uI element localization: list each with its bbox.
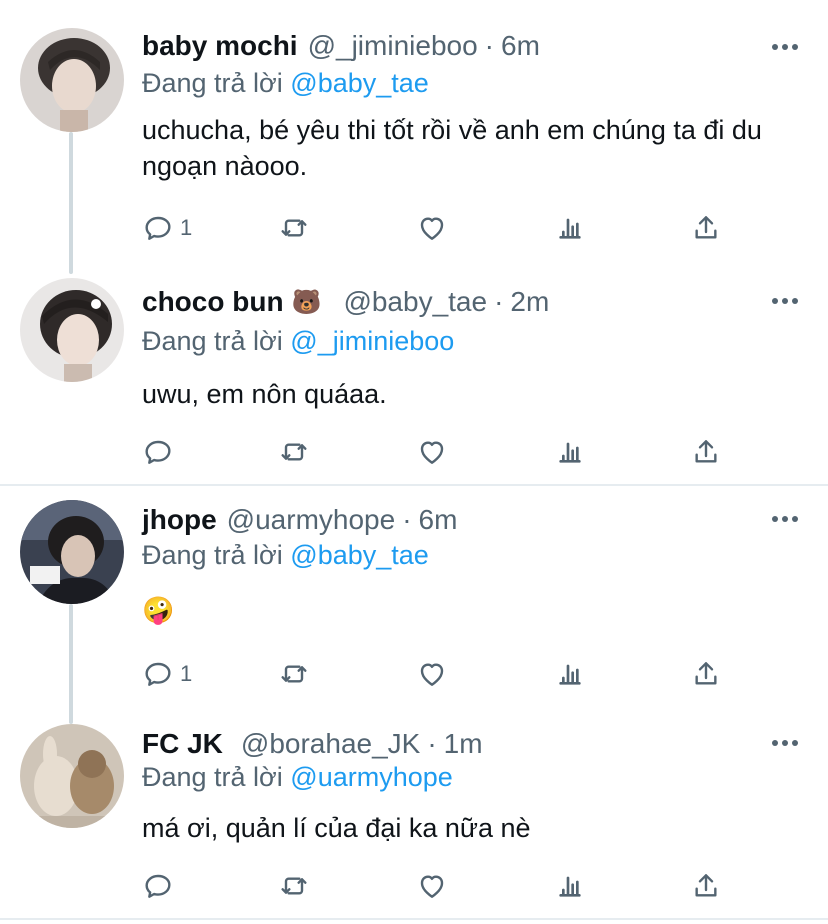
more-options-icon[interactable] [772,740,798,746]
analytics-button[interactable] [554,654,586,694]
like-button[interactable] [416,432,448,472]
heart-icon [420,441,444,464]
user-handle[interactable]: @_jiminieboo [308,30,478,62]
tweet-text: 🤪 [142,595,175,625]
tweet-text: uwu, em nôn quáaa. [142,379,387,409]
share-button[interactable] [690,866,722,906]
tweet-text: má ơi, quản lí của đại ka nữa nè [142,813,531,843]
user-handle[interactable]: @borahae_JK [241,728,420,760]
tweet-actions [142,432,742,472]
user-handle[interactable]: @baby_tae [343,286,487,318]
analytics-button[interactable] [554,208,586,248]
share-icon [695,874,717,897]
share-button[interactable] [690,432,722,472]
retweet-button[interactable] [278,208,310,248]
analytics-button[interactable] [554,866,586,906]
analytics-icon [559,442,581,463]
analytics-icon [559,664,581,685]
tweet[interactable]: FC JK @borahae_JK · 1m Đang trả lời @uar… [0,718,828,924]
reply-count: 1 [180,215,193,240]
reply-icon [145,874,171,898]
timestamp[interactable]: 2m [510,286,549,318]
replying-to-label: Đang trả lời [142,326,283,356]
more-options-icon[interactable] [772,298,798,304]
avatar[interactable] [20,724,124,828]
replying-to: Đang trả lời @baby_tae [142,540,429,571]
replying-to-label: Đang trả lời [142,68,283,98]
display-name[interactable]: jhope [142,504,217,536]
reply-mention-link[interactable]: @baby_tae [290,68,429,98]
share-icon [695,440,717,463]
avatar[interactable] [20,28,124,132]
reply-icon [145,216,171,240]
share-icon [695,216,717,239]
share-button[interactable] [690,654,722,694]
thread-line [69,132,73,274]
reply-icon [145,440,171,464]
display-name[interactable]: baby mochi [142,30,298,62]
tweet-actions: 1 [142,654,742,694]
like-button[interactable] [416,866,448,906]
separator-dot: · [484,30,494,61]
retweet-button[interactable] [278,866,310,906]
tweet-actions [142,866,742,906]
reply-mention-link[interactable]: @_jiminieboo [290,326,454,356]
retweet-icon [281,665,307,683]
reply-icon [145,662,171,686]
avatar[interactable] [20,500,124,604]
separator-dot: · [427,728,437,759]
divider [0,484,828,486]
reply-button[interactable]: 1 [142,654,192,694]
separator-dot: · [402,504,412,535]
replying-to: Đang trả lời @uarmyhope [142,762,453,793]
more-options-icon[interactable] [772,516,798,522]
user-handle[interactable]: @uarmyhope [227,504,396,536]
like-button[interactable] [416,208,448,248]
bear-emoji: 🐻 [291,288,322,316]
timestamp[interactable]: 6m [501,30,540,62]
tweet[interactable]: choco bun 🐻 @baby_tae · 2m Đang trả lời … [0,274,828,484]
heart-icon [420,663,444,686]
heart-icon [420,875,444,898]
retweet-icon [281,877,307,895]
analytics-icon [559,218,581,239]
analytics-icon [559,876,581,897]
heart-icon [420,217,444,240]
reply-button[interactable] [142,432,180,472]
display-name[interactable]: FC JK [142,728,223,760]
retweet-button[interactable] [278,654,310,694]
thread-line [69,604,73,724]
tweet-actions: 1 [142,208,742,248]
like-button[interactable] [416,654,448,694]
replying-to-label: Đang trả lời [142,762,283,792]
timestamp[interactable]: 1m [444,728,483,760]
reply-button[interactable]: 1 [142,208,192,248]
tweet-text: uchucha, bé yêu thi tốt rồi về anh em ch… [142,115,762,181]
retweet-button[interactable] [278,432,310,472]
reply-count: 1 [180,661,193,686]
analytics-button[interactable] [554,432,586,472]
divider [0,918,828,920]
separator-dot: · [494,286,504,317]
replying-to-label: Đang trả lời [142,540,283,570]
more-options-icon[interactable] [772,44,798,50]
share-button[interactable] [690,208,722,248]
display-name[interactable]: choco bun [142,286,284,318]
reply-mention-link[interactable]: @baby_tae [290,540,429,570]
share-icon [695,662,717,685]
tweet[interactable]: jhope @uarmyhope · 6m Đang trả lời @baby… [0,496,828,724]
retweet-icon [281,219,307,237]
reply-mention-link[interactable]: @uarmyhope [290,762,453,792]
timestamp[interactable]: 6m [419,504,458,536]
tweet[interactable]: baby mochi @_jiminieboo · 6m Đang trả lờ… [0,0,828,274]
replying-to: Đang trả lời @_jiminieboo [142,326,454,357]
retweet-icon [281,443,307,461]
replying-to: Đang trả lời @baby_tae [142,68,429,99]
reply-button[interactable] [142,866,180,906]
avatar[interactable] [20,278,124,382]
